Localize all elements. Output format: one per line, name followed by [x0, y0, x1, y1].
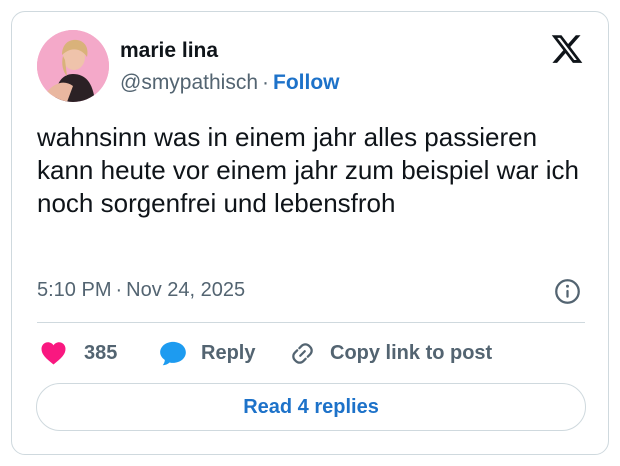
like-button[interactable]: 385 [40, 338, 117, 368]
follow-button[interactable]: Follow [273, 71, 340, 94]
author-handle[interactable]: @smypathisch [120, 71, 258, 94]
speech-bubble-icon [160, 341, 186, 366]
tweet-date: Nov 24, 2025 [126, 279, 246, 301]
heart-icon [41, 342, 66, 365]
author-meta: @smypathisch · Follow [120, 71, 340, 95]
copy-link-label: Copy link to post [330, 341, 493, 364]
tweet-card: marie lina @smypathisch · Follow wahnsinn … [11, 11, 609, 455]
divider [37, 322, 585, 323]
copy-link-button[interactable]: Copy link to post [289, 338, 492, 368]
link-icon [292, 342, 313, 364]
avatar[interactable] [37, 30, 109, 102]
author-name[interactable]: marie lina [120, 39, 218, 63]
x-logo-icon[interactable] [550, 32, 584, 66]
read-replies-button[interactable]: Read 4 replies [36, 383, 586, 431]
tweet-time: 5:10 PM [37, 279, 112, 301]
info-icon[interactable] [554, 278, 581, 305]
reply-label: Reply [201, 341, 256, 364]
tweet-text: wahnsinn was in einem jahr alles passier… [37, 122, 579, 218]
tweet-timestamp[interactable]: 5:10 PM · Nov 24, 2025 [37, 279, 245, 302]
separator-dot: · [262, 71, 270, 94]
timestamp-separator: · [115, 279, 123, 301]
read-replies-label: Read 4 replies [243, 395, 379, 418]
reply-button[interactable]: Reply [159, 338, 255, 368]
avatar-photo [37, 30, 109, 102]
like-count: 385 [84, 341, 118, 364]
